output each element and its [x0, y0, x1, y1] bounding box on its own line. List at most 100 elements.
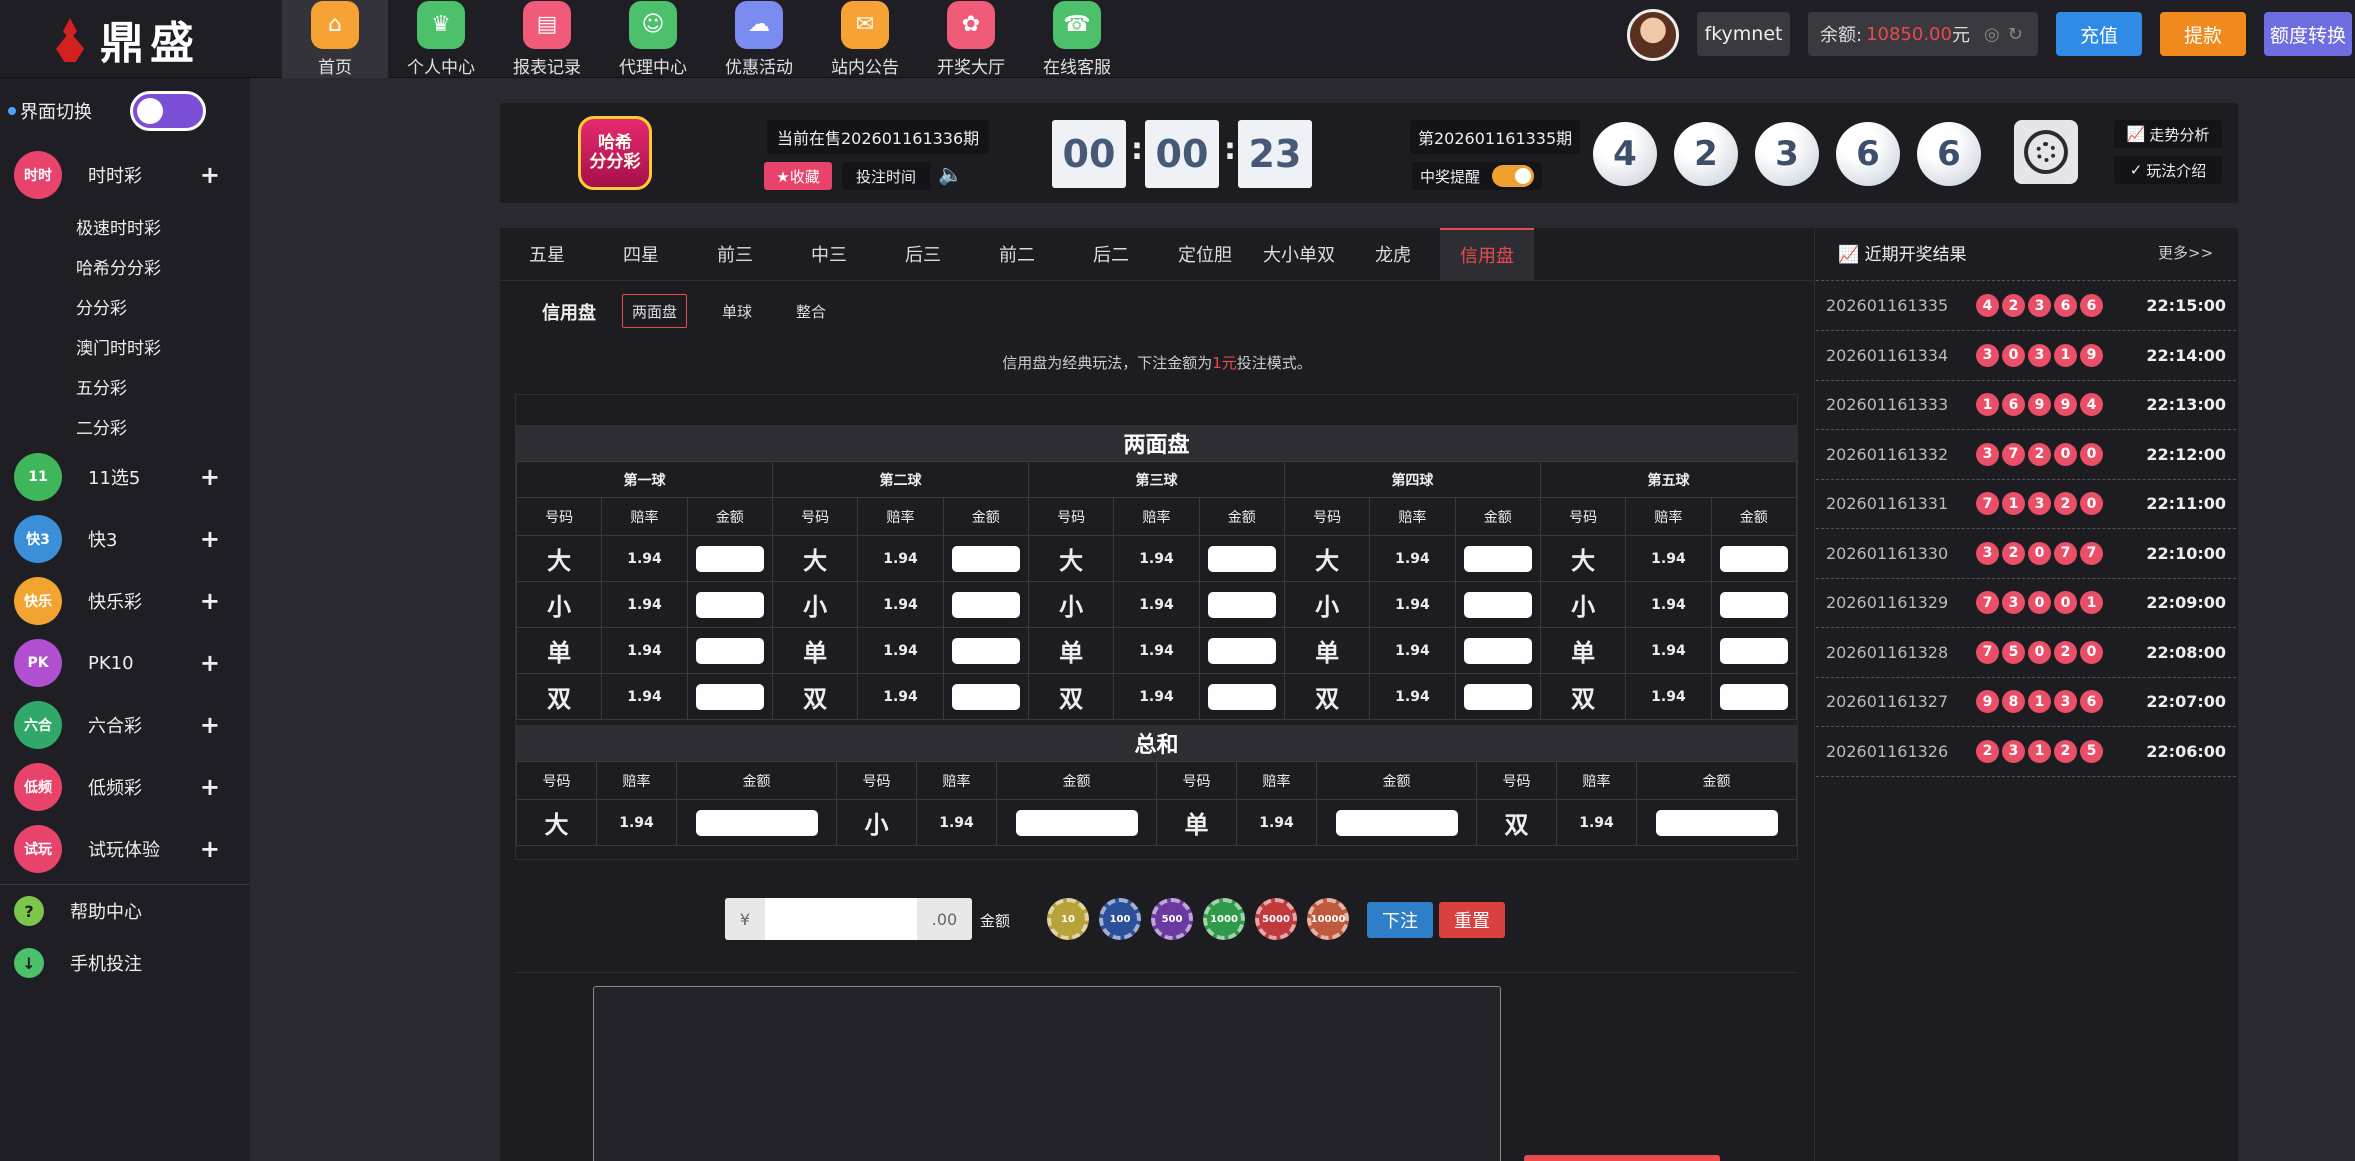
sidebar-category[interactable]: 快3 快3 +: [0, 508, 250, 570]
amount-input[interactable]: [1719, 683, 1788, 710]
mode-single-ball[interactable]: 单球: [713, 294, 761, 328]
amount-input[interactable]: [1719, 637, 1788, 664]
amount-input[interactable]: [695, 683, 764, 710]
username[interactable]: fkymnet: [1697, 12, 1790, 56]
hide-eye-icon[interactable]: ◎: [1984, 24, 2000, 45]
bet-chip[interactable]: 500: [1151, 898, 1193, 940]
amount-input[interactable]: [951, 591, 1020, 618]
expand-plus-icon[interactable]: +: [200, 835, 220, 863]
quota-transfer-button[interactable]: 额度转换: [2264, 12, 2352, 56]
win-reminder-toggle[interactable]: [1492, 165, 1535, 187]
amount-input[interactable]: [1463, 683, 1532, 710]
amount-input[interactable]: [695, 591, 764, 618]
ui-switch-toggle[interactable]: [130, 91, 206, 131]
expand-plus-icon[interactable]: +: [200, 773, 220, 801]
bet-time-button[interactable]: 投注时间: [842, 162, 930, 190]
sidebar-sub-item[interactable]: 五分彩: [0, 366, 250, 406]
recharge-button[interactable]: 充值: [2056, 12, 2142, 56]
mode-two-sides[interactable]: 两面盘: [622, 294, 688, 328]
trend-analysis-link[interactable]: 📈 走势分析: [2114, 120, 2222, 148]
bet-slip-list[interactable]: [593, 986, 1501, 1161]
bet-option[interactable]: 双: [1283, 673, 1371, 720]
expand-plus-icon[interactable]: +: [200, 525, 220, 553]
result-row[interactable]: 202601161327 9 8 1 3 6 22:07:00: [1826, 677, 2226, 726]
result-row[interactable]: 202601161326 2 3 1 2 5 22:06:00: [1826, 727, 2226, 776]
sidebar-sub-item[interactable]: 分分彩: [0, 286, 250, 326]
bet-amount-field[interactable]: ¥ .00: [725, 898, 972, 940]
bet-option[interactable]: 大: [771, 535, 859, 582]
bet-option[interactable]: 单: [1539, 627, 1627, 674]
play-tab[interactable]: 中三: [782, 228, 876, 280]
bet-option[interactable]: 双: [771, 673, 859, 720]
bet-option[interactable]: 大: [1539, 535, 1627, 582]
bet-option[interactable]: 单: [515, 627, 603, 674]
submit-bet-button[interactable]: 下注: [1367, 902, 1433, 938]
expand-plus-icon[interactable]: +: [200, 587, 220, 615]
amount-input[interactable]: [951, 545, 1020, 572]
result-row[interactable]: 202601161335 4 2 3 6 6 22:15:00: [1826, 281, 2226, 330]
nav-item[interactable]: ☁ 优惠活动: [706, 0, 812, 78]
result-row[interactable]: 202601161331 7 1 3 2 0 22:11:00: [1826, 479, 2226, 528]
confirm-bet-button[interactable]: [1524, 1155, 1720, 1161]
result-row[interactable]: 202601161328 7 5 0 2 0 22:08:00: [1826, 628, 2226, 677]
bet-option[interactable]: 小: [1027, 581, 1115, 628]
result-row[interactable]: 202601161334 3 0 3 1 9 22:14:00: [1826, 331, 2226, 380]
bet-option[interactable]: 单: [1027, 627, 1115, 674]
bet-option[interactable]: 大: [1283, 535, 1371, 582]
play-tab[interactable]: 后二: [1064, 228, 1158, 280]
amount-input[interactable]: [1207, 637, 1276, 664]
amount-input[interactable]: [951, 637, 1020, 664]
sum-option[interactable]: 单: [1156, 799, 1237, 846]
amount-input[interactable]: [1719, 545, 1788, 572]
bet-option[interactable]: 小: [1539, 581, 1627, 628]
sidebar-sub-item[interactable]: 哈希分分彩: [0, 246, 250, 286]
favorite-button[interactable]: ★收藏: [764, 162, 832, 190]
play-tab[interactable]: 大小单双: [1252, 228, 1346, 280]
play-tab[interactable]: 信用盘: [1440, 228, 1534, 280]
avatar[interactable]: [1627, 9, 1679, 61]
amount-input[interactable]: [1655, 809, 1778, 836]
bet-option[interactable]: 双: [1539, 673, 1627, 720]
amount-input[interactable]: [1207, 591, 1276, 618]
play-tab[interactable]: 定位胆: [1158, 228, 1252, 280]
sidebar-sub-item[interactable]: 极速时时彩: [0, 206, 250, 246]
bet-option[interactable]: 单: [771, 627, 859, 674]
bet-option[interactable]: 小: [1283, 581, 1371, 628]
sidebar-sub-item[interactable]: 澳门时时彩: [0, 326, 250, 366]
reset-button[interactable]: 重置: [1439, 902, 1505, 938]
amount-input[interactable]: [1719, 591, 1788, 618]
sidebar-category[interactable]: 低频 低频彩 +: [0, 756, 250, 818]
nav-item[interactable]: ✿ 开奖大厅: [918, 0, 1024, 78]
result-row[interactable]: 202601161333 1 6 9 9 4 22:13:00: [1826, 380, 2226, 429]
amount-input[interactable]: [1335, 809, 1458, 836]
sum-option[interactable]: 小: [836, 799, 917, 846]
amount-input[interactable]: [1207, 683, 1276, 710]
amount-input[interactable]: [1463, 591, 1532, 618]
play-tab[interactable]: 后三: [876, 228, 970, 280]
sidebar-category[interactable]: 试玩 试玩体验 +: [0, 818, 250, 880]
bet-option[interactable]: 双: [515, 673, 603, 720]
nav-item[interactable]: ⌂ 首页: [282, 0, 388, 78]
play-tab[interactable]: 龙虎: [1346, 228, 1440, 280]
sidebar-misc-item[interactable]: ↓ 手机投注: [0, 937, 250, 989]
nav-item[interactable]: ☺ 代理中心: [600, 0, 706, 78]
amount-input[interactable]: [1207, 545, 1276, 572]
amount-input[interactable]: [695, 545, 764, 572]
sidebar-category[interactable]: PK PK10 +: [0, 632, 250, 694]
bet-chip[interactable]: 5000: [1255, 898, 1297, 940]
bet-option[interactable]: 单: [1283, 627, 1371, 674]
amount-input[interactable]: [1463, 545, 1532, 572]
bet-chip[interactable]: 10000: [1307, 898, 1349, 940]
sidebar-sub-item[interactable]: 二分彩: [0, 406, 250, 446]
amount-input[interactable]: [695, 809, 818, 836]
sum-option[interactable]: 大: [516, 799, 597, 846]
results-more-link[interactable]: 更多>>: [2158, 242, 2213, 263]
expand-plus-icon[interactable]: +: [200, 161, 220, 189]
sum-option[interactable]: 双: [1476, 799, 1557, 846]
result-row[interactable]: 202601161329 7 3 0 0 1 22:09:00: [1826, 578, 2226, 627]
sidebar-category[interactable]: 六合 六合彩 +: [0, 694, 250, 756]
brand-logo[interactable]: 鼎盛: [0, 0, 250, 78]
bet-chip[interactable]: 100: [1099, 898, 1141, 940]
nav-item[interactable]: ▤ 报表记录: [494, 0, 600, 78]
result-row[interactable]: 202601161330 3 2 0 7 7 22:10:00: [1826, 529, 2226, 578]
